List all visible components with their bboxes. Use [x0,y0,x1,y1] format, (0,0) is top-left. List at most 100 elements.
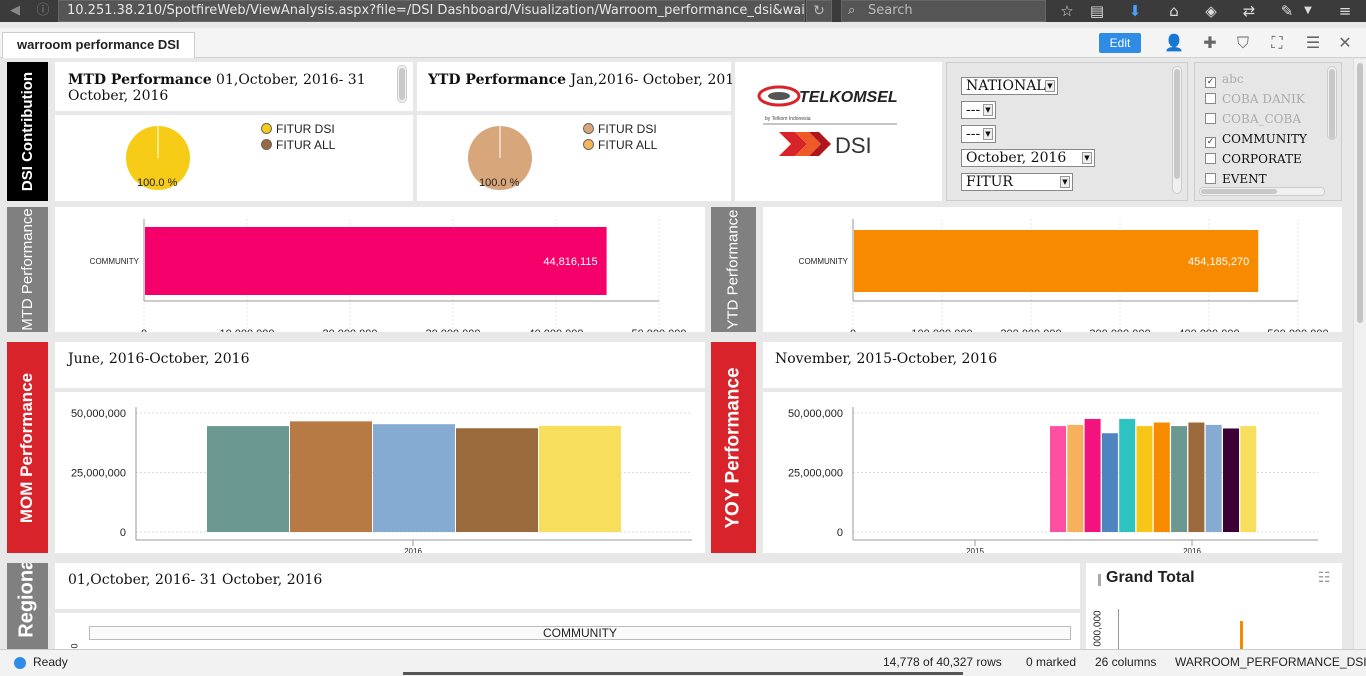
bar[interactable] [373,424,455,532]
x-tick-label: 20,000,000 [322,328,377,332]
bar[interactable] [1171,426,1188,532]
mom-bar-chart: 025,000,00050,000,0002016COMMUNITY [55,392,705,553]
grand-total-bar[interactable] [1240,621,1243,649]
grand-total-y-tick: 000,000 [1092,610,1104,647]
y-tick-label: 0 [837,527,843,539]
bar[interactable] [1084,418,1101,532]
legend-fitur-all[interactable]: FITUR ALL [261,138,335,152]
x-tick-label: 0 [850,328,856,332]
bar[interactable] [1223,428,1239,532]
level-dropdown[interactable]: NATIONAL ▼ [961,77,1058,95]
checklist-item[interactable]: COBA DANIK [1205,92,1305,106]
checklist-scrollbar[interactable] [1327,66,1337,140]
translate-icon[interactable]: ⇄ [1235,0,1263,22]
mtd-pie-label: 100.0 % [137,177,178,189]
y-tick-label: 25,000,000 [788,468,843,480]
ytd-performance-label: YTD Performance [711,207,756,332]
bar[interactable] [539,425,621,532]
browser-search-input[interactable]: ⌕ Search [841,0,1046,22]
list-icon[interactable]: ☷ [1318,570,1331,586]
tab-warroom-performance[interactable]: warroom performance DSI [2,32,195,58]
legend-fitur-dsi[interactable]: FITUR DSI [583,122,657,136]
checklist-item[interactable]: COBA_COBA [1205,112,1301,126]
status-text: Ready [33,655,68,669]
bar[interactable] [456,428,538,532]
pocket-icon[interactable]: ◈ [1197,0,1225,22]
filter-3-dropdown[interactable]: --- ▼ [961,125,996,143]
bar[interactable] [1188,422,1205,532]
filter-2-dropdown[interactable]: --- ▼ [961,101,996,119]
checkbox-checked-icon[interactable]: ✓ [1205,77,1216,88]
bar[interactable] [1050,426,1066,532]
search-icon: ⌕ [848,3,856,18]
checklist-item[interactable]: ✓ COMMUNITY [1205,132,1307,148]
grand-total-panel: Grand Total ☷ 000,000 [1086,563,1342,649]
download-icon[interactable]: ⬇ [1121,0,1149,22]
address-bar[interactable]: 10.251.38.210/SpotfireWeb/ViewAnalysis.a… [58,0,805,22]
checkbox-checked-icon[interactable]: ✓ [1205,137,1216,148]
legend-fitur-all[interactable]: FITUR ALL [583,138,657,152]
bar[interactable] [207,426,289,532]
checklist-label: COMMUNITY [1222,132,1307,146]
menu-icon[interactable]: ≡ [1331,0,1359,22]
close-icon[interactable]: ✕ [1333,32,1357,54]
bar[interactable] [145,227,607,295]
y-tick-label: 50,000,000 [71,408,126,420]
page-scrollbar[interactable] [1353,59,1366,649]
regional-label: Regional [7,563,48,649]
fullscreen-icon[interactable]: ⛶ [1265,32,1289,54]
chevron-down-icon[interactable]: ▼ [1294,0,1322,22]
yoy-title-panel: November, 2015-October, 2016 [763,342,1342,388]
home-icon[interactable]: ⌂ [1160,0,1188,22]
bookmark-icon[interactable]: ✚ [1198,32,1222,54]
checkbox-icon[interactable] [1205,93,1216,104]
legend-fitur-dsi[interactable]: FITUR DSI [261,122,335,136]
category-label: COMMUNITY [799,257,849,266]
bar-value-label[interactable]: 454,185,270 [1188,256,1249,268]
filter-icon[interactable]: ⛉ [1231,32,1255,54]
back-icon[interactable]: ◀ [4,0,26,22]
checkbox-icon[interactable] [1205,173,1216,184]
checklist-label: abc [1222,72,1244,86]
bar-value-label[interactable]: 44,816,115 [543,256,597,268]
menu-lines-icon[interactable]: ☰ [1301,32,1325,54]
edit-button[interactable]: Edit [1099,33,1141,53]
row-count: 14,778 of 40,327 rows [883,655,1002,669]
checklist-hscrollbar[interactable] [1199,187,1325,196]
reload-icon[interactable]: ↻ [806,0,832,22]
mtd-bar-chart: 0 10,000,000 20,000,000 30,000,000 40,000,00… [55,207,705,332]
bar[interactable] [1153,422,1170,532]
reading-list-icon[interactable]: ▤ [1083,0,1111,22]
x-tick-label: 300,000,000 [1089,328,1150,332]
checklist-item[interactable]: EVENT [1205,172,1267,186]
bar[interactable] [1067,424,1084,532]
info-icon[interactable]: ⓘ [32,0,54,22]
status-indicator-icon [14,657,26,669]
bar[interactable] [1136,426,1153,532]
column-count: 26 columns [1095,655,1157,669]
horizontal-scrollbar[interactable] [403,672,963,675]
bookmark-star-icon[interactable]: ☆ [1053,0,1081,22]
period-dropdown[interactable]: October, 2016 ▼ [961,149,1095,167]
user-icon[interactable]: 👤 [1162,32,1186,54]
regional-chart: COMMUNITY 0 [55,613,1080,649]
x-tick-label: 50,000,000 [631,328,686,332]
yoy-title: November, 2015-October, 2016 [775,351,998,367]
bar[interactable] [1119,418,1136,532]
title-scrollbar[interactable] [397,65,407,103]
filter-scrollbar[interactable] [1172,66,1182,194]
bar[interactable] [1240,426,1257,532]
dsi-contribution-label: DSI Contribution [7,62,48,201]
bar[interactable] [290,421,372,532]
checkbox-icon[interactable] [1205,113,1216,124]
category-dropdown[interactable]: FITUR ▼ [961,173,1073,191]
mtd-performance-label: MTD Performance [7,207,48,332]
regional-title-panel: 01,October, 2016- 31 October, 2016 [55,563,1080,609]
bar[interactable] [1101,433,1118,532]
checklist-item[interactable]: ✓ abc [1205,72,1244,88]
checkbox-icon[interactable] [1205,153,1216,164]
ytd-pie-chart: 100.0 % FITUR DSI FITUR ALL [417,115,731,201]
bar[interactable] [1205,424,1222,532]
checklist-item[interactable]: CORPORATE [1205,152,1302,166]
checklist-label: EVENT [1222,172,1267,186]
